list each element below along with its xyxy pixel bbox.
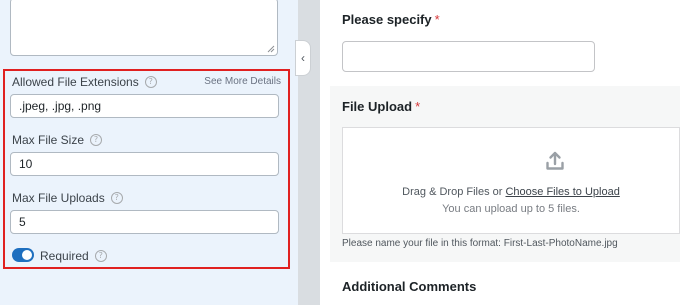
max-file-size-label: Max File Size ? bbox=[12, 133, 103, 147]
drop-instructions: Drag & Drop Files or Choose Files to Upl… bbox=[343, 186, 679, 198]
chevron-left-icon: ‹ bbox=[301, 51, 305, 65]
allowed-extensions-label: Allowed File Extensions ? bbox=[12, 75, 157, 89]
help-icon[interactable]: ? bbox=[90, 134, 103, 146]
form-preview: Please specify * File Upload * Drag & Drop… bbox=[320, 0, 680, 305]
file-dropzone[interactable]: Drag & Drop Files or Choose Files to Upl… bbox=[342, 127, 680, 234]
max-file-uploads-label: Max File Uploads ? bbox=[12, 191, 123, 205]
max-file-size-label-text: Max File Size bbox=[12, 133, 85, 147]
required-asterisk: * bbox=[434, 12, 440, 27]
help-icon[interactable]: ? bbox=[94, 250, 107, 262]
file-upload-label-text: File Upload bbox=[342, 99, 413, 114]
description-textarea[interactable] bbox=[10, 0, 278, 56]
max-file-uploads-input[interactable]: 5 bbox=[10, 210, 279, 234]
required-toggle[interactable] bbox=[12, 248, 34, 262]
help-icon[interactable]: ? bbox=[110, 192, 123, 204]
please-specify-input[interactable] bbox=[342, 41, 595, 72]
allowed-extensions-label-text: Allowed File Extensions bbox=[12, 75, 139, 89]
drop-text: Drag & Drop Files or bbox=[402, 186, 506, 198]
please-specify-label: Please specify * bbox=[342, 12, 440, 27]
required-label: Required ? bbox=[40, 249, 107, 263]
toggle-knob bbox=[22, 250, 32, 260]
upload-icon bbox=[546, 151, 564, 170]
file-format-note: Please name your file in this format: Fi… bbox=[342, 238, 618, 249]
max-file-size-input[interactable]: 10 bbox=[10, 152, 279, 176]
upload-limit-text: You can upload up to 5 files. bbox=[442, 203, 580, 215]
required-asterisk: * bbox=[415, 99, 421, 114]
allowed-extensions-input[interactable]: .jpeg, .jpg, .png bbox=[10, 94, 279, 118]
field-settings-panel: Allowed File Extensions ? See More Detai… bbox=[0, 0, 298, 305]
collapse-panel-button[interactable]: ‹ bbox=[295, 40, 311, 76]
see-more-details-link[interactable]: See More Details bbox=[204, 76, 281, 87]
file-upload-label: File Upload * bbox=[342, 99, 420, 114]
please-specify-label-text: Please specify bbox=[342, 12, 432, 27]
resize-grip-icon[interactable] bbox=[267, 45, 275, 53]
file-upload-field[interactable]: File Upload * Drag & Drop Files or Choose… bbox=[330, 86, 680, 262]
choose-files-link[interactable]: Choose Files to Upload bbox=[505, 186, 619, 198]
required-label-text: Required bbox=[40, 249, 89, 263]
max-file-uploads-label-text: Max File Uploads bbox=[12, 191, 105, 205]
help-icon[interactable]: ? bbox=[144, 76, 157, 88]
additional-comments-label: Additional Comments bbox=[342, 279, 477, 294]
